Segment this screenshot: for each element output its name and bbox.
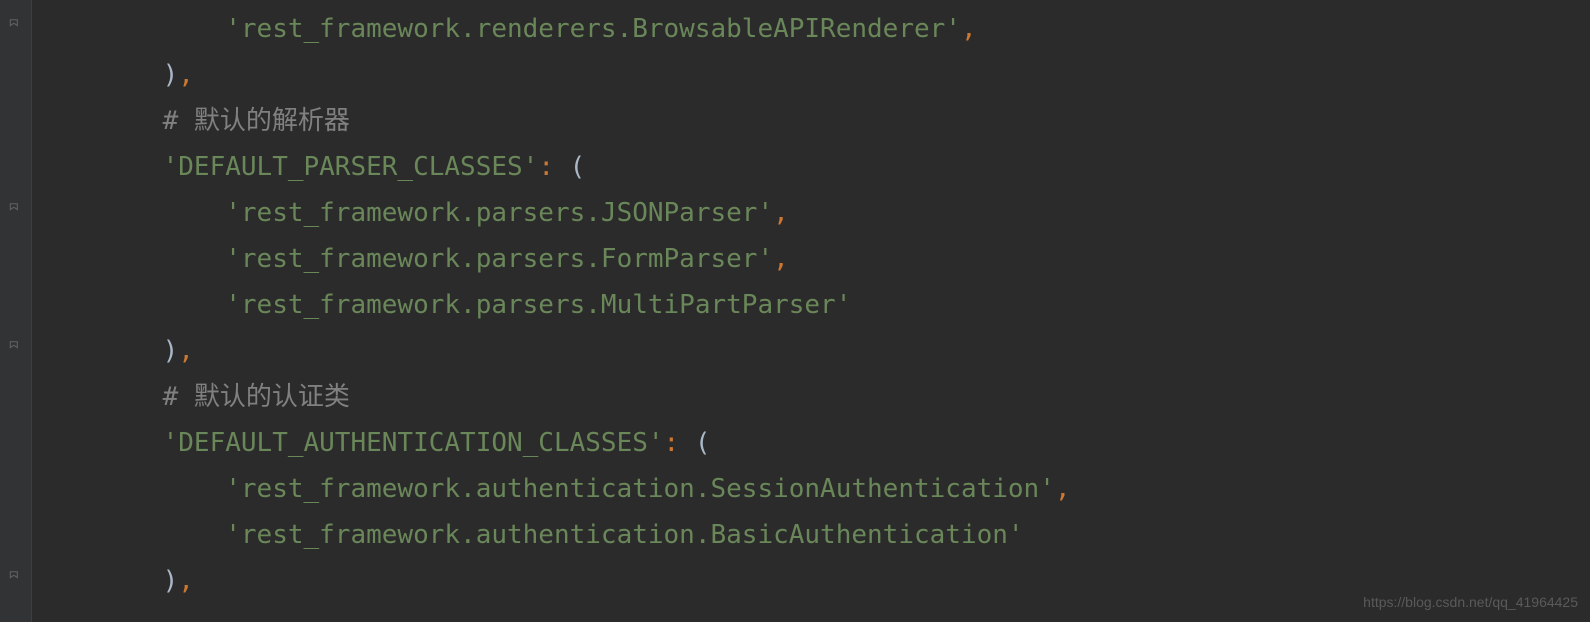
code-token: 'rest_framework.authentication.SessionAu… — [225, 474, 1055, 504]
code-line[interactable]: 'rest_framework.authentication.SessionAu… — [100, 466, 1071, 512]
code-line[interactable]: # 默认的认证类 — [100, 374, 1071, 420]
code-token: : — [664, 428, 680, 458]
code-token: 'rest_framework.parsers.FormParser' — [225, 244, 773, 274]
code-token: , — [961, 14, 977, 44]
code-token: , — [773, 198, 789, 228]
bookmark-icon[interactable] — [6, 324, 26, 340]
code-token: 'rest_framework.parsers.JSONParser' — [225, 198, 773, 228]
code-token: , — [178, 336, 194, 366]
code-line[interactable]: ), — [100, 558, 1071, 604]
code-token: ) — [163, 336, 179, 366]
code-editor-content[interactable]: 'rest_framework.renderers.JSONRenderer',… — [32, 0, 1071, 604]
code-line[interactable]: ), — [100, 52, 1071, 98]
code-line[interactable]: 'DEFAULT_AUTHENTICATION_CLASSES': ( — [100, 420, 1071, 466]
code-line[interactable]: 'rest_framework.parsers.FormParser', — [100, 236, 1071, 282]
code-line[interactable]: 'rest_framework.parsers.JSONParser', — [100, 190, 1071, 236]
watermark-text: https://blog.csdn.net/qq_41964425 — [1363, 590, 1578, 615]
bookmark-icon[interactable] — [6, 186, 26, 202]
code-token: ( — [554, 152, 585, 182]
code-line[interactable]: ), — [100, 328, 1071, 374]
code-line[interactable]: 'rest_framework.parsers.MultiPartParser' — [100, 282, 1071, 328]
code-token: 'rest_framework.authentication.BasicAuth… — [225, 520, 1023, 550]
code-token: ) — [163, 60, 179, 90]
editor-gutter — [0, 0, 32, 622]
code-token: ( — [679, 428, 710, 458]
code-token: 'rest_framework.parsers.MultiPartParser' — [225, 290, 851, 320]
code-token: 'rest_framework.renderers.BrowsableAPIRe… — [225, 14, 961, 44]
code-token: : — [538, 152, 554, 182]
code-line[interactable]: 'rest_framework.authentication.BasicAuth… — [100, 512, 1071, 558]
code-token: , — [178, 60, 194, 90]
code-token: 'DEFAULT_PARSER_CLASSES' — [163, 152, 539, 182]
code-token: # 默认的认证类 — [163, 382, 350, 412]
code-line[interactable]: 'rest_framework.renderers.BrowsableAPIRe… — [100, 6, 1071, 52]
code-token: , — [178, 566, 194, 596]
code-token: # 默认的解析器 — [163, 106, 350, 136]
code-token: ) — [163, 566, 179, 596]
bookmark-icon[interactable] — [6, 554, 26, 570]
code-token: 'DEFAULT_AUTHENTICATION_CLASSES' — [163, 428, 664, 458]
code-token: , — [1055, 474, 1071, 504]
code-line[interactable]: # 默认的解析器 — [100, 98, 1071, 144]
code-token: , — [773, 244, 789, 274]
bookmark-icon[interactable] — [6, 2, 26, 18]
code-line[interactable]: 'DEFAULT_PARSER_CLASSES': ( — [100, 144, 1071, 190]
